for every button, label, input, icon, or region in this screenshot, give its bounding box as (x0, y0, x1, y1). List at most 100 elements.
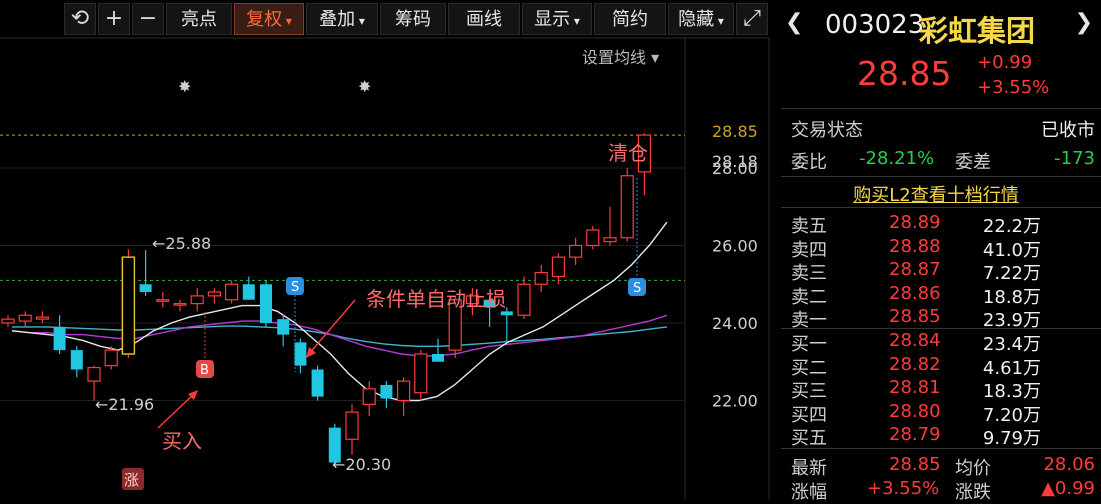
stop-arrow-head (306, 347, 316, 358)
candle-body (432, 354, 444, 362)
candle-body (242, 284, 255, 300)
bid-level-label: 买五 (791, 428, 827, 449)
y-tick-label: 26.00 (712, 237, 758, 256)
ask-level-label: 卖三 (791, 263, 827, 284)
bid-level-label: 买二 (791, 357, 827, 379)
latest-value: 28.85 (889, 454, 941, 475)
trade-status-value: 已收市 (1041, 120, 1095, 141)
limit-up-candle (121, 256, 136, 355)
candle-body (311, 369, 324, 397)
bid-volume: 9.79万 (982, 428, 1041, 449)
stop-arrow (307, 299, 356, 356)
bid-row[interactable]: 买一 28.84 23.4万 (791, 330, 1091, 355)
candle-body (568, 244, 583, 258)
ask-volume: 22.2万 (982, 216, 1041, 237)
candle-body (139, 284, 152, 292)
ask-volume: 18.8万 (982, 286, 1041, 308)
candle-body (414, 353, 428, 394)
ask-price: 28.89 (889, 212, 941, 233)
ask-price: 28.88 (889, 235, 941, 257)
stock-name: 彩虹集团 (919, 14, 1036, 48)
candlestick-chart[interactable]: ←25.88←21.96←20.30✸ ✸BS S涨买入条件单自动止损清仓 28.0… (0, 0, 770, 500)
candle-body (620, 175, 634, 239)
bid-volume: 7.20万 (982, 404, 1041, 426)
price-change: +0.99 (977, 52, 1033, 73)
bid-volume: 4.61万 (982, 357, 1041, 379)
candle-body (345, 411, 359, 440)
candle-body (294, 342, 307, 366)
price-tag: 28.18 (712, 152, 758, 171)
bid-level-label: 买一 (791, 334, 827, 355)
bid-row[interactable]: 买四 28.80 7.20万 (791, 400, 1091, 426)
ask-volume: 7.22万 (982, 263, 1041, 284)
chevron-left-icon[interactable]: ❮ (785, 10, 803, 35)
ask-row[interactable]: 卖三 28.87 7.22万 (791, 259, 1091, 284)
ma-line-white (11, 221, 668, 402)
ask-level-label: 卖四 (791, 239, 827, 261)
ask-row[interactable]: 卖二 28.86 18.8万 (791, 283, 1091, 308)
avg-value: 28.06 (1043, 454, 1095, 475)
candle-body (156, 299, 170, 302)
price-change-pct: +3.55% (977, 77, 1050, 98)
ask-price: 28.85 (889, 306, 941, 327)
bid-level-label: 买四 (791, 404, 827, 426)
l2-link[interactable]: 购买L2查看十档行情 (771, 181, 1101, 207)
buy-arrow (157, 391, 197, 429)
bid-row[interactable]: 买五 28.79 9.79万 (791, 424, 1091, 449)
divider (781, 448, 1101, 449)
candle-body (534, 272, 548, 285)
y-tick-label: 24.00 (712, 314, 758, 333)
bid-price: 28.81 (889, 377, 941, 398)
bid-price: 28.82 (889, 353, 941, 375)
candle-body (53, 326, 66, 351)
chevron-right-icon[interactable]: ❯ (1075, 10, 1093, 35)
ask-row[interactable]: 卖四 28.88 41.0万 (791, 235, 1091, 261)
event-star-icon: ✸ (178, 77, 191, 96)
weibi-label: 委比 (791, 152, 827, 173)
latest-label: 最新 (791, 458, 827, 479)
bid-price: 28.80 (889, 400, 941, 422)
bid-row[interactable]: 买二 28.82 4.61万 (791, 353, 1091, 379)
candle-body (277, 319, 290, 335)
stock-code: 003023 (825, 10, 925, 40)
ask-price: 28.87 (889, 259, 941, 280)
ma-line-cyan (12, 325, 667, 347)
candle-body (603, 237, 617, 243)
bid-row[interactable]: 买三 28.81 18.3万 (791, 377, 1091, 402)
divider (781, 328, 1101, 329)
candle-body (397, 380, 411, 402)
candle-body (207, 291, 221, 297)
last-price: 28.85 (857, 54, 952, 93)
weibi-value: -28.21% (859, 148, 935, 169)
candle-body (225, 283, 239, 301)
last-price-tag: 28.85 (712, 122, 758, 141)
bid-volume: 18.3万 (982, 381, 1041, 402)
ask-row[interactable]: 卖一 28.85 23.9万 (791, 306, 1091, 331)
candle-body (551, 256, 566, 278)
candle-body (35, 316, 50, 320)
bid-price: 28.79 (889, 424, 941, 445)
bid-level-label: 买三 (791, 381, 827, 402)
chart-area[interactable]: ⟲ + − 亮点 复权 ▾ 叠加 ▾ 筹码 画线 显示 ▾ 简约 隐藏 ▾ ⤢ … (0, 0, 770, 500)
clear-annotation-text: 清仓 (608, 141, 648, 165)
high-price-annotation: ←25.88 (152, 234, 211, 253)
quote-panel: ❮ ❯ 003023 彩虹集团 28.85 +0.99 +3.55% 交易状态 … (771, 0, 1101, 503)
ask-row[interactable]: 卖五 28.89 22.2万 (791, 212, 1091, 237)
stop-annotation-text: 条件单自动止损 (366, 287, 506, 311)
candle-body (87, 366, 101, 382)
divider (781, 108, 1101, 109)
candle-body (70, 350, 83, 370)
sell-marker-label: S (633, 281, 641, 296)
candle-body (104, 349, 118, 367)
avg-label: 均价 (955, 458, 991, 479)
buy-marker-label: B (200, 363, 209, 378)
chg-value: ▲0.99 (1041, 478, 1095, 499)
weicha-label: 委差 (955, 152, 991, 173)
y-tick-label: 22.00 (712, 392, 758, 411)
candle-body (260, 284, 272, 323)
weicha-value: -173 (1054, 148, 1095, 169)
trade-status-label: 交易状态 (791, 120, 863, 141)
buy-annotation-text: 买入 (162, 429, 202, 453)
pct-value: +3.55% (867, 478, 940, 499)
bid-price: 28.84 (889, 330, 941, 351)
